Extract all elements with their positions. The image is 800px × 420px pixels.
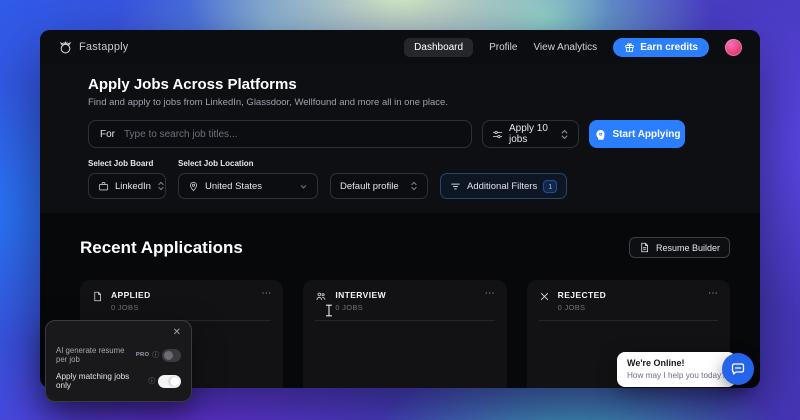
job-title-search-box: For — [88, 120, 472, 148]
matching-jobs-label: Apply matching jobs only — [56, 372, 145, 390]
gift-icon — [624, 42, 635, 53]
column-title: INTERVIEW — [335, 290, 386, 300]
column-title: REJECTED — [558, 290, 607, 300]
apply-count-select[interactable]: Apply 10 jobs — [482, 120, 579, 148]
pro-badge: PRO — [136, 352, 149, 358]
chevron-down-icon — [299, 182, 308, 191]
job-location-value: United States — [205, 181, 262, 192]
page-subtitle: Find and apply to jobs from LinkedIn, Gl… — [88, 97, 685, 108]
document-icon — [92, 291, 103, 302]
column-count: 0 JOBS — [111, 303, 151, 312]
start-applying-button[interactable]: Start Applying — [589, 120, 685, 148]
filters-row: Select Job Board LinkedIn — [88, 159, 685, 199]
divider — [315, 320, 494, 321]
chevron-updown-icon — [157, 181, 165, 191]
job-board-value: LinkedIn — [115, 181, 151, 192]
column-count: 0 JOBS — [335, 303, 386, 312]
brand: Fastapply — [58, 40, 129, 55]
chevron-updown-icon — [560, 129, 569, 140]
column-title: APPLIED — [111, 290, 151, 300]
brand-name: Fastapply — [79, 41, 129, 53]
filter-funnel-icon — [450, 181, 461, 192]
search-row: For Apply 10 jobs — [88, 120, 685, 148]
chat-launcher-button[interactable] — [722, 353, 754, 385]
text-cursor-i-beam — [325, 304, 333, 317]
earn-credits-button[interactable]: Earn credits — [613, 38, 709, 57]
matching-jobs-toggle[interactable] — [158, 375, 181, 388]
start-applying-label: Start Applying — [613, 129, 681, 140]
column-interview: INTERVIEW 0 JOBS ⋯ — [303, 280, 506, 388]
page-title: Apply Jobs Across Platforms — [88, 76, 685, 93]
column-header: APPLIED 0 JOBS ⋯ — [92, 290, 271, 312]
chevron-updown-icon — [410, 181, 418, 191]
document-icon — [639, 242, 650, 253]
divider — [539, 320, 718, 321]
info-icon[interactable]: ⓘ — [148, 376, 155, 386]
nav-item-view-analytics[interactable]: View Analytics — [533, 42, 597, 53]
ai-resume-toggle[interactable] — [162, 349, 181, 362]
hero-section: Apply Jobs Across Platforms Find and app… — [40, 64, 760, 213]
fastapply-logo-icon — [58, 40, 73, 55]
column-header: REJECTED 0 JOBS ⋯ — [539, 290, 718, 312]
info-icon[interactable]: ⓘ — [152, 350, 159, 360]
profile-select[interactable]: Default profile — [330, 173, 428, 199]
chat-bubble-icon — [730, 361, 746, 377]
top-navbar: Fastapply Dashboard Profile View Analyti… — [40, 30, 760, 64]
apply-count-value: Apply 10 jobs — [509, 123, 554, 145]
filters-count-badge: 1 — [543, 180, 557, 193]
close-icon[interactable]: ✕ — [173, 328, 181, 338]
desktop-background: Fastapply Dashboard Profile View Analyti… — [0, 0, 800, 420]
nav-item-profile[interactable]: Profile — [489, 42, 517, 53]
applications-header: Recent Applications Resume Builder — [80, 237, 730, 258]
job-location-select[interactable]: United States — [178, 173, 318, 199]
column-titles: APPLIED 0 JOBS — [111, 290, 151, 312]
ai-resume-setting-row: AI generate resume per job PRO ⓘ — [56, 346, 181, 364]
column-menu-button[interactable]: ⋯ — [485, 290, 495, 298]
column-header: INTERVIEW 0 JOBS ⋯ — [315, 290, 494, 312]
column-menu-button[interactable]: ⋯ — [261, 290, 271, 298]
ai-head-icon — [594, 128, 607, 141]
job-board-label: Select Job Board — [88, 159, 166, 168]
job-board-group: Select Job Board LinkedIn — [88, 159, 166, 199]
column-titles: REJECTED 0 JOBS — [558, 290, 607, 312]
earn-credits-label: Earn credits — [640, 42, 698, 53]
job-title-search-input[interactable] — [124, 129, 460, 140]
chat-message: How may I help you today? — [627, 371, 726, 380]
chat-status: We're Online! — [627, 358, 726, 368]
job-location-group: Select Job Location United States — [178, 159, 318, 199]
job-location-label: Select Job Location — [178, 159, 318, 168]
ai-resume-label: AI generate resume per job — [56, 346, 133, 364]
nav-item-dashboard[interactable]: Dashboard — [404, 38, 473, 57]
x-icon — [539, 291, 550, 302]
sliders-icon — [492, 129, 503, 140]
search-prefix: For — [100, 129, 115, 140]
profile-select-value: Default profile — [340, 181, 399, 192]
briefcase-icon — [98, 181, 109, 192]
chat-tooltip: We're Online! How may I help you today? — [617, 352, 736, 387]
column-menu-button[interactable]: ⋯ — [708, 290, 718, 298]
user-avatar[interactable] — [725, 39, 742, 56]
people-icon — [315, 291, 327, 302]
resume-builder-button[interactable]: Resume Builder — [629, 237, 730, 258]
nav-links: Dashboard Profile View Analytics Earn cr… — [404, 38, 742, 57]
column-titles: INTERVIEW 0 JOBS — [335, 290, 386, 312]
matching-jobs-setting-row: Apply matching jobs only ⓘ — [56, 372, 181, 390]
resume-builder-label: Resume Builder — [656, 243, 720, 253]
applications-title: Recent Applications — [80, 238, 243, 258]
additional-filters-label: Additional Filters — [467, 181, 537, 192]
additional-filters-button[interactable]: Additional Filters 1 — [440, 173, 567, 199]
location-pin-icon — [188, 181, 199, 192]
apply-settings-popup: ✕ AI generate resume per job PRO ⓘ Apply… — [45, 320, 192, 402]
column-count: 0 JOBS — [558, 303, 607, 312]
job-board-select[interactable]: LinkedIn — [88, 173, 166, 199]
